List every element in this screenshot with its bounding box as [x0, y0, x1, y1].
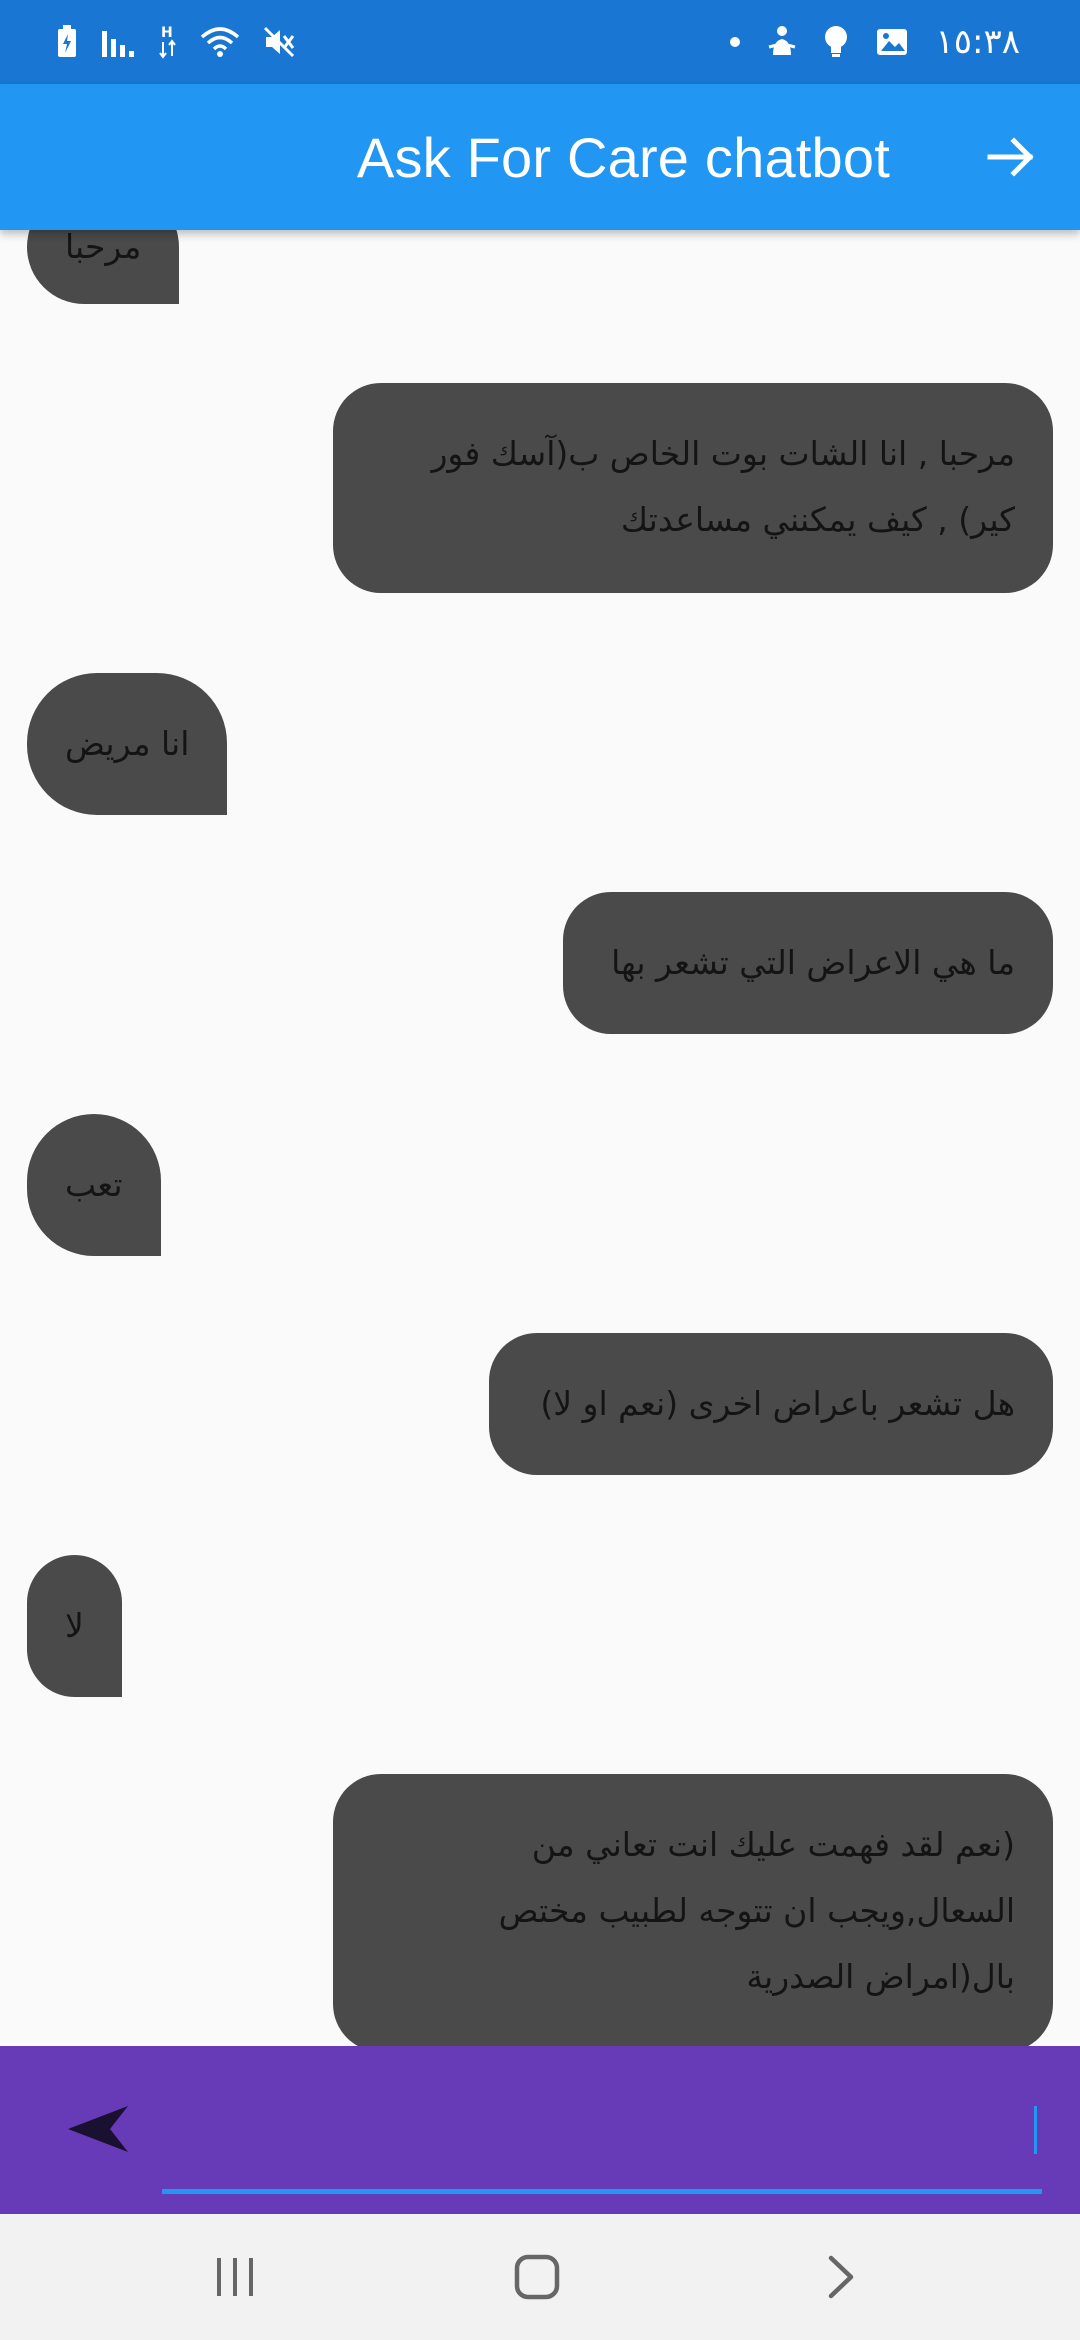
signal-icon	[102, 31, 134, 57]
status-bar: H ١٥:٣٨	[0, 0, 1080, 84]
message-text: (نعم لقد فهمت عليك انت تعاني من	[531, 1825, 1015, 1864]
bulb-icon	[825, 26, 848, 57]
app-bar: Ask For Care chatbot	[0, 84, 1080, 230]
message-text: لا	[65, 1606, 84, 1645]
message-text: كير) , كيف يمكنني مساعدتك	[620, 500, 1015, 539]
dot-icon	[730, 37, 741, 47]
send-icon[interactable]	[66, 2102, 130, 2156]
home-icon[interactable]	[502, 2242, 572, 2312]
message-text: انا مريض	[65, 724, 190, 763]
chat-messages-list[interactable]: مرحبا مرحبا , انا الشات بوت الخاص ب(آسك …	[0, 230, 1080, 2046]
message-text: مرحبا , انا الشات بوت الخاص ب(آسك فور	[431, 434, 1015, 473]
message-text: تعب	[65, 1165, 123, 1204]
text-cursor	[1034, 2106, 1037, 2154]
system-nav-bar	[0, 2214, 1080, 2340]
svg-text:H: H	[161, 25, 173, 41]
user-message: لا	[27, 1555, 122, 1697]
user-message: مرحبا	[27, 230, 180, 304]
page-title: Ask For Care chatbot	[356, 125, 890, 189]
message-text: ما هي الاعراض التي تشعر بها	[611, 943, 1015, 982]
mute-icon	[263, 26, 295, 58]
user-message: انا مريض	[27, 673, 228, 815]
user-message: تعب	[27, 1114, 161, 1256]
arrow-forward-icon[interactable]	[984, 129, 1040, 185]
bot-message: مرحبا , انا الشات بوت الخاص ب(آسك فور كي…	[333, 383, 1053, 593]
bot-message: ما هي الاعراض التي تشعر بها	[563, 892, 1053, 1034]
message-text: بال(امراض الصدرية	[746, 1957, 1015, 1996]
status-icons-left: H	[56, 18, 296, 66]
accessibility-icon	[769, 26, 796, 55]
h-data-icon: H	[159, 25, 176, 59]
image-icon	[877, 29, 908, 55]
bot-message: هل تشعر باعراض اخرى (نعم او لا)	[489, 1333, 1053, 1475]
back-icon[interactable]	[805, 2242, 875, 2312]
status-icons-right: ١٥:٣٨	[729, 18, 1020, 66]
battery-charging-icon	[58, 25, 76, 57]
status-time: ١٥:٣٨	[935, 22, 1020, 62]
bot-message: (نعم لقد فهمت عليك انت تعاني من السعال,و…	[333, 1774, 1053, 2046]
message-text: السعال,ويجب ان تتوجه لطبيب مختص	[498, 1891, 1015, 1930]
message-text: هل تشعر باعراض اخرى (نعم او لا)	[540, 1384, 1015, 1423]
recent-apps-icon[interactable]	[200, 2242, 270, 2312]
message-text: مرحبا	[65, 230, 142, 266]
wifi-icon	[200, 27, 240, 57]
message-input[interactable]	[162, 2098, 1042, 2194]
